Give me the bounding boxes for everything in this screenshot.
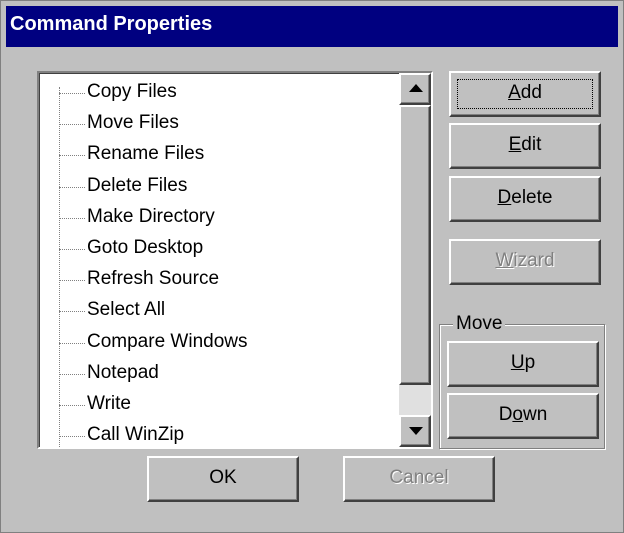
wizard-button: Wizard [449,239,601,285]
list-item[interactable]: Select All [39,295,399,326]
tree-branch-line [59,155,85,157]
scroll-up-button[interactable] [399,73,431,105]
arrow-down-icon [409,427,423,435]
list-item-label: Write [87,393,131,414]
move-group-label: Move [453,313,506,335]
delete-accelerator: D [497,187,512,208]
list-item-label: Copy Files [87,81,177,102]
tree-branch-line [59,186,85,188]
add-button[interactable]: Add [449,71,601,117]
list-item-label: Notepad [87,361,159,383]
list-item[interactable]: Copy Files [39,77,399,108]
list-item[interactable]: Notepad [39,358,399,389]
edit-accelerator: E [508,134,522,155]
list-item[interactable]: Rename Files [39,139,399,170]
ok-button[interactable]: OK [147,456,299,502]
tree-branch-line [59,311,85,313]
command-listbox[interactable]: Copy Files Move Files Rename Files Delete F… [37,71,433,449]
list-item-label: Make Directory [87,205,215,227]
list-item-label: Refresh Source [87,268,220,290]
list-item-label: Delete Files [87,174,188,196]
focus-ring [457,79,593,109]
vertical-scrollbar[interactable] [399,73,431,447]
wizard-accelerator: W [495,250,514,271]
tree-branch-line [59,342,85,344]
list-item-label: Call WinZip [87,424,185,446]
list-item[interactable]: Write [39,389,399,420]
tree-branch-line [59,124,85,126]
list-item[interactable]: Make Directory [39,202,399,233]
list-item[interactable]: Refresh Source [39,264,399,295]
cancel-button: Cancel [343,456,495,502]
tree-branch-line [59,249,85,250]
move-up-button[interactable]: Up [447,341,599,387]
scroll-thumb[interactable] [399,105,431,385]
command-properties-dialog: Command Properties Copy Files Move Files R… [0,0,624,533]
list-item-label: Rename Files [87,143,205,165]
delete-button[interactable]: Delete [449,176,601,222]
arrow-up-icon [409,84,423,92]
down-accelerator: o [512,404,523,425]
list-item-label: Compare Windows [87,330,248,352]
up-accelerator: U [510,352,525,373]
tree-branch-line [59,373,85,375]
command-tree[interactable]: Copy Files Move Files Rename Files Delete F… [39,73,399,447]
window-title: Command Properties [10,13,213,35]
tree-branch-line [59,436,85,438]
tree-branch-line [59,280,85,282]
move-down-button[interactable]: Down [447,393,599,439]
list-item-label: Goto Desktop [87,237,204,258]
scroll-down-button[interactable] [399,415,431,447]
tree-branch-line [59,93,85,94]
tree-branch-line [59,217,85,219]
edit-button[interactable]: Edit [449,123,601,169]
list-item[interactable]: Goto Desktop [39,233,399,264]
list-item-label: Select All [87,299,166,321]
tree-branch-line [59,405,85,406]
list-item[interactable]: Move Files [39,108,399,139]
list-item[interactable]: Delete Files [39,171,399,202]
list-item-label: Move Files [87,112,179,134]
list-item[interactable]: Call WinZip [39,420,399,447]
title-bar[interactable]: Command Properties [6,6,618,47]
list-item[interactable]: Compare Windows [39,327,399,358]
